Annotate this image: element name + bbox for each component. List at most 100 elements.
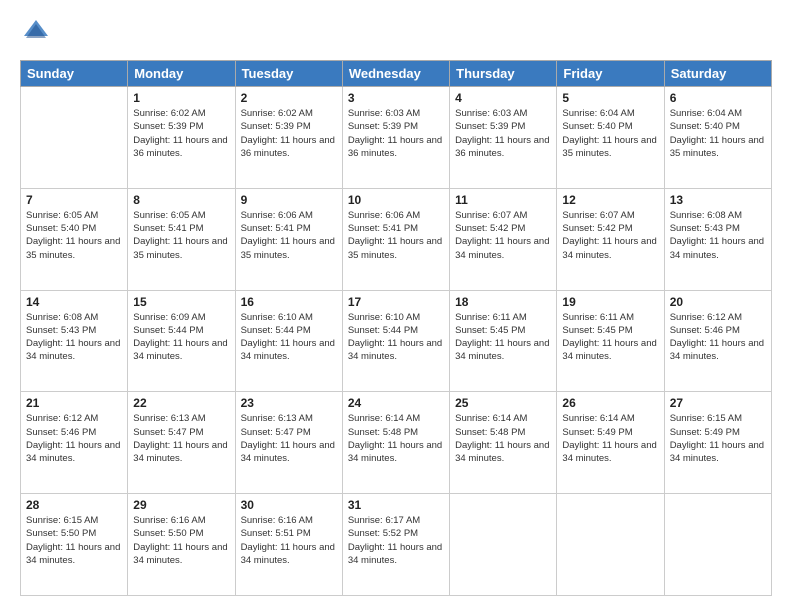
day-info: Sunrise: 6:11 AM Sunset: 5:45 PM Dayligh… xyxy=(455,311,551,364)
day-cell xyxy=(21,87,128,189)
day-cell: 26 Sunrise: 6:14 AM Sunset: 5:49 PM Dayli… xyxy=(557,392,664,494)
day-number: 25 xyxy=(455,396,551,410)
day-number: 16 xyxy=(241,295,337,309)
day-info: Sunrise: 6:14 AM Sunset: 5:49 PM Dayligh… xyxy=(562,412,658,465)
page: SundayMondayTuesdayWednesdayThursdayFrid… xyxy=(0,0,792,612)
day-cell xyxy=(450,494,557,596)
day-info: Sunrise: 6:07 AM Sunset: 5:42 PM Dayligh… xyxy=(455,209,551,262)
day-info: Sunrise: 6:02 AM Sunset: 5:39 PM Dayligh… xyxy=(241,107,337,160)
day-info: Sunrise: 6:13 AM Sunset: 5:47 PM Dayligh… xyxy=(133,412,229,465)
day-cell xyxy=(664,494,771,596)
day-cell: 22 Sunrise: 6:13 AM Sunset: 5:47 PM Dayli… xyxy=(128,392,235,494)
day-number: 26 xyxy=(562,396,658,410)
week-row-0: 1 Sunrise: 6:02 AM Sunset: 5:39 PM Daylig… xyxy=(21,87,772,189)
day-number: 6 xyxy=(670,91,766,105)
day-info: Sunrise: 6:09 AM Sunset: 5:44 PM Dayligh… xyxy=(133,311,229,364)
day-cell: 5 Sunrise: 6:04 AM Sunset: 5:40 PM Daylig… xyxy=(557,87,664,189)
day-info: Sunrise: 6:12 AM Sunset: 5:46 PM Dayligh… xyxy=(670,311,766,364)
week-row-1: 7Sunrise: 6:05 AM Sunset: 5:40 PM Daylig… xyxy=(21,188,772,290)
day-cell: 9 Sunrise: 6:06 AM Sunset: 5:41 PM Daylig… xyxy=(235,188,342,290)
day-info: Sunrise: 6:07 AM Sunset: 5:42 PM Dayligh… xyxy=(562,209,658,262)
day-number: 22 xyxy=(133,396,229,410)
day-info: Sunrise: 6:06 AM Sunset: 5:41 PM Dayligh… xyxy=(348,209,444,262)
day-cell: 31Sunrise: 6:17 AM Sunset: 5:52 PM Dayli… xyxy=(342,494,449,596)
day-info: Sunrise: 6:16 AM Sunset: 5:51 PM Dayligh… xyxy=(241,514,337,567)
day-number: 15 xyxy=(133,295,229,309)
day-info: Sunrise: 6:02 AM Sunset: 5:39 PM Dayligh… xyxy=(133,107,229,160)
day-info: Sunrise: 6:03 AM Sunset: 5:39 PM Dayligh… xyxy=(455,107,551,160)
day-number: 23 xyxy=(241,396,337,410)
day-number: 3 xyxy=(348,91,444,105)
day-cell: 11 Sunrise: 6:07 AM Sunset: 5:42 PM Dayli… xyxy=(450,188,557,290)
day-cell: 6Sunrise: 6:04 AM Sunset: 5:40 PM Daylig… xyxy=(664,87,771,189)
day-cell: 29 Sunrise: 6:16 AM Sunset: 5:50 PM Dayli… xyxy=(128,494,235,596)
day-number: 20 xyxy=(670,295,766,309)
day-cell: 28 Sunrise: 6:15 AM Sunset: 5:50 PM Dayli… xyxy=(21,494,128,596)
day-number: 27 xyxy=(670,396,766,410)
day-cell: 14 Sunrise: 6:08 AM Sunset: 5:43 PM Dayli… xyxy=(21,290,128,392)
day-cell: 23Sunrise: 6:13 AM Sunset: 5:47 PM Dayli… xyxy=(235,392,342,494)
day-info: Sunrise: 6:14 AM Sunset: 5:48 PM Dayligh… xyxy=(348,412,444,465)
day-number: 12 xyxy=(562,193,658,207)
day-cell: 4Sunrise: 6:03 AM Sunset: 5:39 PM Daylig… xyxy=(450,87,557,189)
day-info: Sunrise: 6:10 AM Sunset: 5:44 PM Dayligh… xyxy=(241,311,337,364)
day-number: 18 xyxy=(455,295,551,309)
weekday-header-thursday: Thursday xyxy=(450,61,557,87)
day-info: Sunrise: 6:12 AM Sunset: 5:46 PM Dayligh… xyxy=(26,412,122,465)
day-cell xyxy=(557,494,664,596)
day-cell: 30Sunrise: 6:16 AM Sunset: 5:51 PM Dayli… xyxy=(235,494,342,596)
weekday-header-friday: Friday xyxy=(557,61,664,87)
weekday-header-row: SundayMondayTuesdayWednesdayThursdayFrid… xyxy=(21,61,772,87)
day-cell: 15 Sunrise: 6:09 AM Sunset: 5:44 PM Dayli… xyxy=(128,290,235,392)
day-info: Sunrise: 6:05 AM Sunset: 5:41 PM Dayligh… xyxy=(133,209,229,262)
day-cell: 1 Sunrise: 6:02 AM Sunset: 5:39 PM Daylig… xyxy=(128,87,235,189)
day-number: 9 xyxy=(241,193,337,207)
week-row-2: 14 Sunrise: 6:08 AM Sunset: 5:43 PM Dayli… xyxy=(21,290,772,392)
day-number: 5 xyxy=(562,91,658,105)
day-number: 19 xyxy=(562,295,658,309)
weekday-header-saturday: Saturday xyxy=(664,61,771,87)
day-info: Sunrise: 6:14 AM Sunset: 5:48 PM Dayligh… xyxy=(455,412,551,465)
weekday-header-sunday: Sunday xyxy=(21,61,128,87)
day-info: Sunrise: 6:03 AM Sunset: 5:39 PM Dayligh… xyxy=(348,107,444,160)
day-number: 8 xyxy=(133,193,229,207)
day-cell: 24 Sunrise: 6:14 AM Sunset: 5:48 PM Dayli… xyxy=(342,392,449,494)
day-cell: 19 Sunrise: 6:11 AM Sunset: 5:45 PM Dayli… xyxy=(557,290,664,392)
day-info: Sunrise: 6:15 AM Sunset: 5:49 PM Dayligh… xyxy=(670,412,766,465)
day-cell: 18 Sunrise: 6:11 AM Sunset: 5:45 PM Dayli… xyxy=(450,290,557,392)
day-info: Sunrise: 6:06 AM Sunset: 5:41 PM Dayligh… xyxy=(241,209,337,262)
day-info: Sunrise: 6:11 AM Sunset: 5:45 PM Dayligh… xyxy=(562,311,658,364)
day-cell: 25 Sunrise: 6:14 AM Sunset: 5:48 PM Dayli… xyxy=(450,392,557,494)
day-number: 28 xyxy=(26,498,122,512)
day-number: 1 xyxy=(133,91,229,105)
day-cell: 20 Sunrise: 6:12 AM Sunset: 5:46 PM Dayli… xyxy=(664,290,771,392)
day-cell: 2 Sunrise: 6:02 AM Sunset: 5:39 PM Daylig… xyxy=(235,87,342,189)
day-number: 10 xyxy=(348,193,444,207)
day-cell: 21 Sunrise: 6:12 AM Sunset: 5:46 PM Dayli… xyxy=(21,392,128,494)
day-info: Sunrise: 6:16 AM Sunset: 5:50 PM Dayligh… xyxy=(133,514,229,567)
day-number: 29 xyxy=(133,498,229,512)
day-cell: 7Sunrise: 6:05 AM Sunset: 5:40 PM Daylig… xyxy=(21,188,128,290)
day-info: Sunrise: 6:15 AM Sunset: 5:50 PM Dayligh… xyxy=(26,514,122,567)
logo-icon xyxy=(20,16,52,48)
day-cell: 27 Sunrise: 6:15 AM Sunset: 5:49 PM Dayli… xyxy=(664,392,771,494)
day-number: 2 xyxy=(241,91,337,105)
day-number: 11 xyxy=(455,193,551,207)
day-cell: 12 Sunrise: 6:07 AM Sunset: 5:42 PM Dayli… xyxy=(557,188,664,290)
weekday-header-wednesday: Wednesday xyxy=(342,61,449,87)
logo xyxy=(20,16,56,48)
day-number: 17 xyxy=(348,295,444,309)
header xyxy=(20,16,772,48)
day-number: 24 xyxy=(348,396,444,410)
day-number: 7 xyxy=(26,193,122,207)
day-cell: 17Sunrise: 6:10 AM Sunset: 5:44 PM Dayli… xyxy=(342,290,449,392)
day-number: 13 xyxy=(670,193,766,207)
day-cell: 10 Sunrise: 6:06 AM Sunset: 5:41 PM Dayli… xyxy=(342,188,449,290)
day-number: 21 xyxy=(26,396,122,410)
day-info: Sunrise: 6:08 AM Sunset: 5:43 PM Dayligh… xyxy=(26,311,122,364)
day-info: Sunrise: 6:08 AM Sunset: 5:43 PM Dayligh… xyxy=(670,209,766,262)
day-number: 14 xyxy=(26,295,122,309)
day-cell: 13 Sunrise: 6:08 AM Sunset: 5:43 PM Dayli… xyxy=(664,188,771,290)
day-info: Sunrise: 6:04 AM Sunset: 5:40 PM Dayligh… xyxy=(562,107,658,160)
weekday-header-tuesday: Tuesday xyxy=(235,61,342,87)
